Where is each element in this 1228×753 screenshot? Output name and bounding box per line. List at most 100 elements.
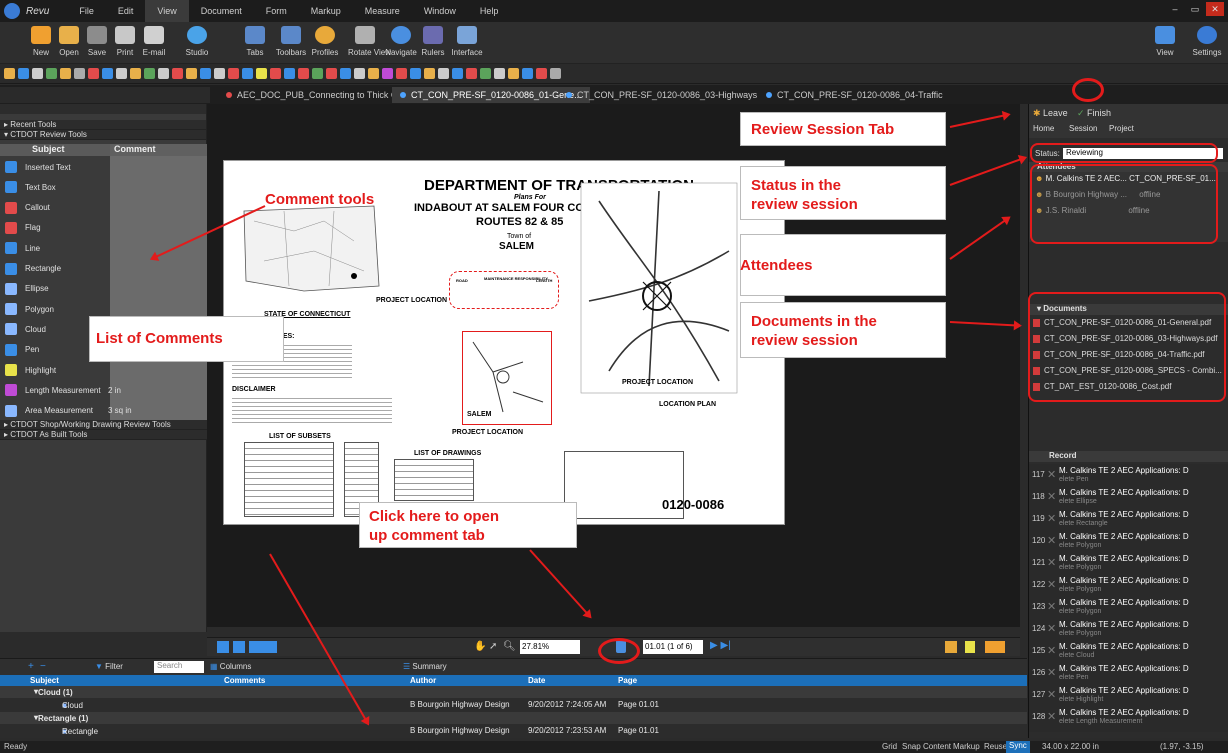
comment-group-row[interactable]: ▾ Cloud (1) — [0, 686, 1027, 698]
tool-row[interactable]: Text Box — [0, 176, 207, 198]
rotate-view-button[interactable]: Rotate View — [348, 22, 391, 58]
menu-view[interactable]: View — [145, 0, 189, 22]
rulers-button[interactable]: Rulers — [416, 22, 450, 58]
toggle-grid[interactable]: Grid — [882, 742, 897, 751]
tool-row[interactable]: Callout — [0, 197, 207, 219]
tool-icon[interactable] — [256, 68, 267, 79]
interface-button[interactable]: Interface — [450, 22, 484, 58]
tool-row[interactable]: Rectangle — [0, 258, 207, 280]
settings-button[interactable]: Settings — [1190, 22, 1224, 58]
close-icon[interactable]: ✕ — [1206, 2, 1224, 16]
tool-icon[interactable] — [396, 68, 407, 79]
leave-button[interactable]: ✱ Leave — [1033, 108, 1068, 119]
tool-icon[interactable] — [46, 68, 57, 79]
tool-icon[interactable] — [494, 68, 505, 79]
tool-icon[interactable] — [466, 68, 477, 79]
tool-icon[interactable] — [550, 68, 561, 79]
record-row[interactable]: 117 ✕ M. Calkins TE 2 AEC Applications: De… — [1029, 464, 1228, 486]
menu-help[interactable]: Help — [468, 0, 511, 22]
project-tab[interactable]: Project — [1109, 124, 1134, 133]
tool-icon[interactable] — [326, 68, 337, 79]
tool-row[interactable]: Highlight — [0, 359, 207, 381]
maximize-icon[interactable]: ▭ — [1186, 2, 1204, 16]
record-row[interactable]: 126 ✕ M. Calkins TE 2 AEC Applications: De… — [1029, 662, 1228, 684]
toggle-snap[interactable]: Snap — [902, 742, 921, 751]
col-page-header[interactable]: Page — [618, 676, 637, 685]
tool-icon[interactable] — [438, 68, 449, 79]
tool-icon[interactable] — [242, 68, 253, 79]
session-status-icons[interactable] — [945, 641, 1005, 653]
tool-icon[interactable] — [144, 68, 155, 79]
filter-button[interactable]: ▼ Filter — [95, 662, 123, 671]
zoom-icon[interactable]: 🔍︎ — [503, 641, 516, 652]
next-page-icon[interactable]: ▶ ▶| — [710, 640, 731, 651]
tool-icon[interactable] — [60, 68, 71, 79]
tab-doc-4[interactable]: CT_CON_PRE-SF_0120-0086_04-Traffic — [758, 87, 951, 103]
menu-markup[interactable]: Markup — [299, 0, 353, 22]
tool-icon[interactable] — [200, 68, 211, 79]
comment-row[interactable]: ■ Rectangle B Bourgoin Highway Design 9/20… — [0, 725, 1027, 737]
tool-row[interactable]: Inserted Text — [0, 156, 207, 178]
tool-icon[interactable] — [74, 68, 85, 79]
tab-doc-3[interactable]: CT_CON_PRE-SF_0120-0086_03-Highways — [558, 87, 765, 103]
toggle-markup[interactable]: Markup — [953, 742, 980, 751]
page-field[interactable]: 01.01 (1 of 6) — [643, 640, 703, 654]
tool-icon[interactable] — [102, 68, 113, 79]
col-comment[interactable]: Comment — [110, 144, 207, 156]
tool-row[interactable]: Flag — [0, 217, 207, 239]
record-row[interactable]: 118 ✕ M. Calkins TE 2 AEC Applications: De… — [1029, 486, 1228, 508]
tool-icon[interactable] — [130, 68, 141, 79]
tab-doc-1[interactable]: AEC_DOC_PUB_Connecting to Thick Clien — [218, 87, 419, 103]
profiles-button[interactable]: Profiles — [308, 22, 342, 58]
tool-icon[interactable] — [424, 68, 435, 79]
minimize-icon[interactable]: – — [1166, 2, 1184, 16]
cloud-markup[interactable]: ROAD MAINTENANCE RESPONSIBILITY LENGTH — [449, 271, 559, 309]
tabs-button[interactable]: Tabs — [238, 22, 272, 58]
tool-icon[interactable] — [382, 68, 393, 79]
tool-icon[interactable] — [172, 68, 183, 79]
tool-icon[interactable] — [508, 68, 519, 79]
tool-icon[interactable] — [186, 68, 197, 79]
toggle-sync[interactable]: Sync — [1006, 741, 1030, 753]
search-input[interactable]: Search — [154, 661, 204, 673]
record-row[interactable]: 122 ✕ M. Calkins TE 2 AEC Applications: De… — [1029, 574, 1228, 596]
select-icon[interactable]: ➚ — [489, 641, 497, 652]
col-comments-header[interactable]: Comments — [224, 676, 265, 685]
record-row[interactable]: 121 ✕ M. Calkins TE 2 AEC Applications: De… — [1029, 552, 1228, 574]
menu-window[interactable]: Window — [412, 0, 468, 22]
col-subject[interactable]: Subject — [0, 144, 110, 156]
record-row[interactable]: 120 ✕ M. Calkins TE 2 AEC Applications: De… — [1029, 530, 1228, 552]
tool-icon[interactable] — [158, 68, 169, 79]
tool-row[interactable]: Ellipse — [0, 278, 207, 300]
record-row[interactable]: 119 ✕ M. Calkins TE 2 AEC Applications: De… — [1029, 508, 1228, 530]
tool-row[interactable]: Area Measurement 3 sq in — [0, 400, 207, 422]
pan-icon[interactable]: ✋ — [474, 641, 486, 652]
tool-icon[interactable] — [4, 68, 15, 79]
add-icon[interactable]: + — [28, 661, 34, 672]
view-button[interactable]: View — [1148, 22, 1182, 58]
tool-icon[interactable] — [522, 68, 533, 79]
view-mode-icons[interactable] — [217, 641, 277, 653]
toggle-content[interactable]: Content — [923, 742, 951, 751]
comment-row[interactable]: ■ Cloud B Bourgoin Highway Design 9/20/201… — [0, 699, 1027, 711]
tool-icon[interactable] — [298, 68, 309, 79]
record-row[interactable]: 125 ✕ M. Calkins TE 2 AEC Applications: De… — [1029, 640, 1228, 662]
navigate-button[interactable]: Navigate — [384, 22, 418, 58]
tool-row[interactable]: Length Measurement 2 in — [0, 379, 207, 401]
summary-button[interactable]: ☰ Summary — [403, 662, 447, 671]
tool-icon[interactable] — [354, 68, 365, 79]
email-button[interactable]: E-mail — [137, 22, 171, 58]
session-tab[interactable]: Session — [1069, 124, 1097, 133]
tool-icon[interactable] — [452, 68, 463, 79]
tool-icon[interactable] — [18, 68, 29, 79]
tool-icon[interactable] — [480, 68, 491, 79]
tool-icon[interactable] — [32, 68, 43, 79]
tool-icon[interactable] — [88, 68, 99, 79]
col-subject-header[interactable]: Subject — [30, 676, 59, 685]
record-row[interactable]: 127 ✕ M. Calkins TE 2 AEC Applications: De… — [1029, 684, 1228, 706]
tool-icon[interactable] — [410, 68, 421, 79]
panel-tab-strip[interactable] — [0, 87, 210, 103]
menu-form[interactable]: Form — [254, 0, 299, 22]
tool-icon[interactable] — [270, 68, 281, 79]
section-recent-tools[interactable]: ▸ Recent Tools — [0, 120, 206, 130]
